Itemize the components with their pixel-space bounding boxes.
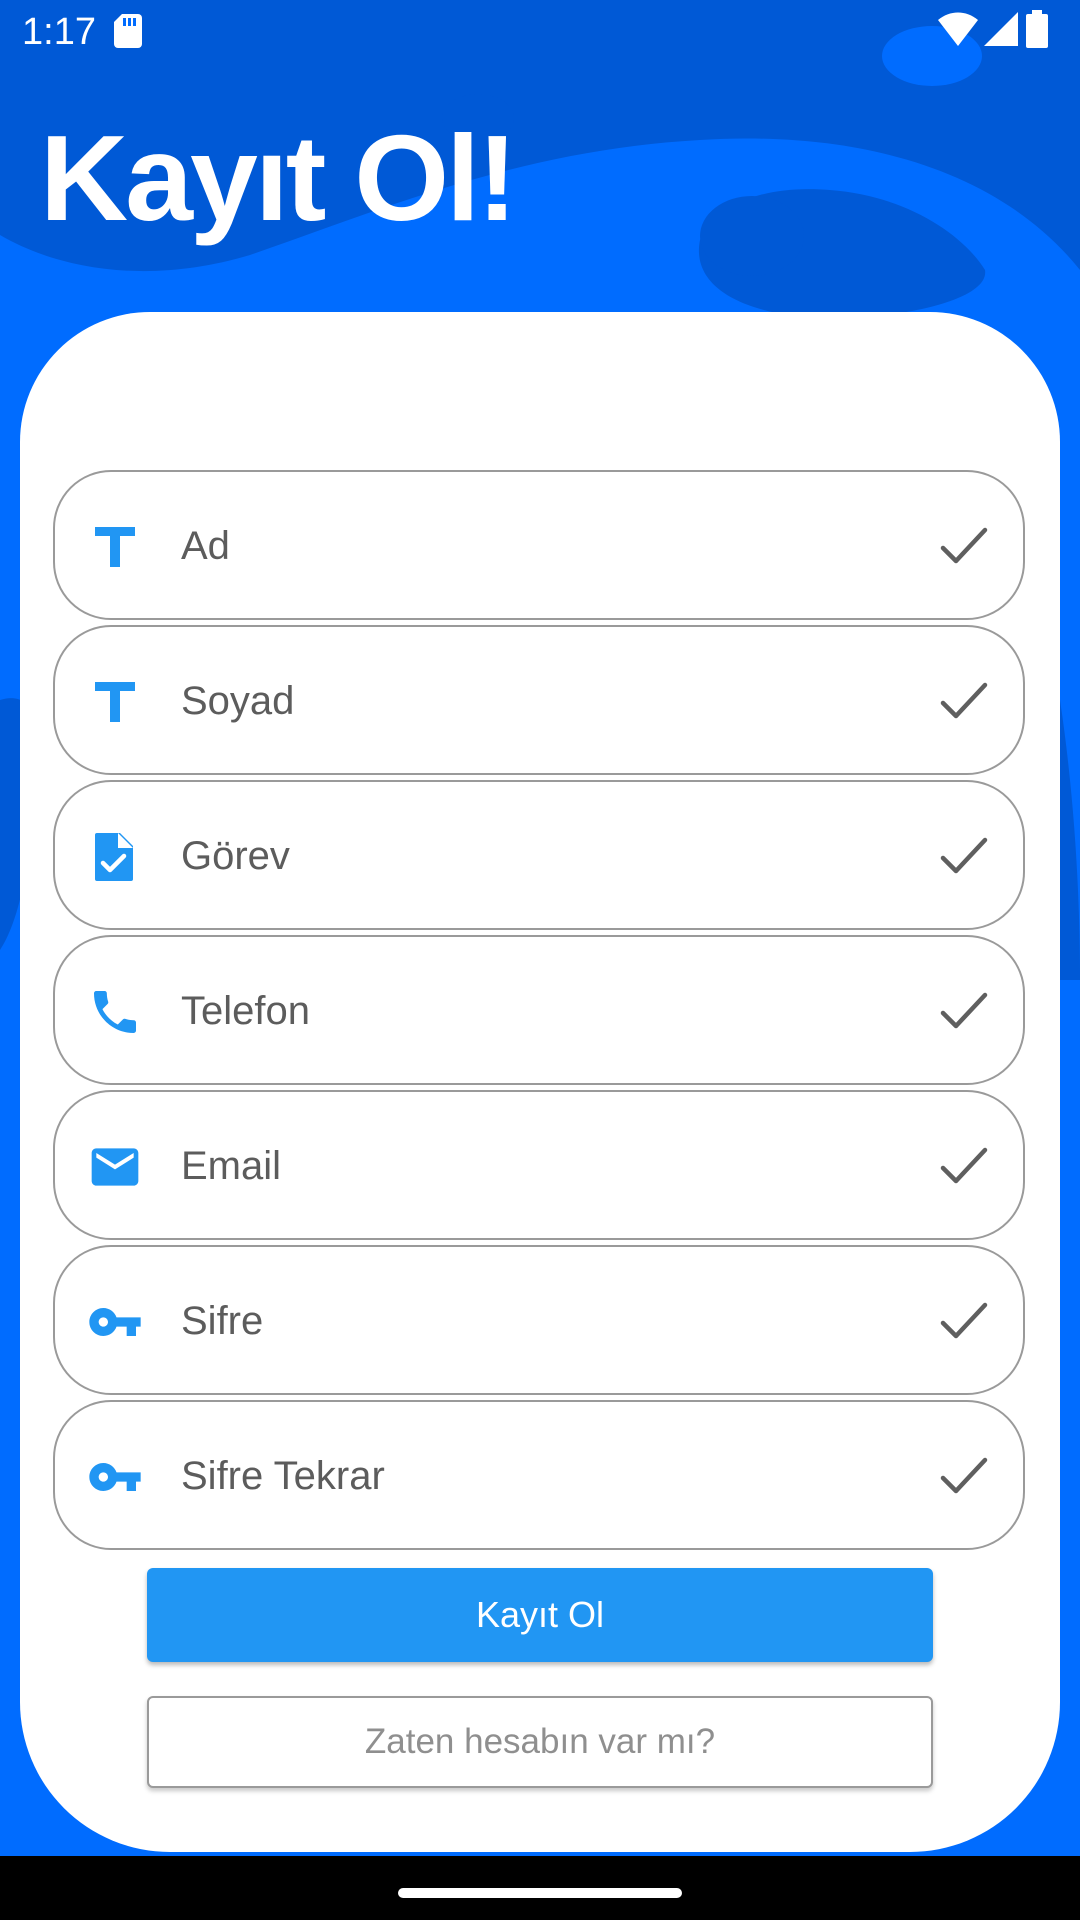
email-field[interactable]: Email [53,1090,1025,1240]
status-bar: 1:17 [0,0,1080,64]
last-name-label: Soyad [181,679,295,723]
wifi-icon [938,12,978,46]
page-title: Kayıt Ol! [40,110,518,246]
phone-label: Telefon [181,989,310,1033]
status-time: 1:17 [22,11,96,53]
password-field[interactable]: Sifre [53,1245,1025,1395]
password-confirm-field[interactable]: Sifre Tekrar [53,1400,1025,1550]
phone-icon [94,991,136,1033]
check-icon [940,992,988,1029]
password-confirm-label: Sifre Tekrar [181,1454,385,1498]
home-gesture-handle[interactable] [398,1888,682,1898]
navigation-bar [0,1856,1080,1920]
text-icon [95,527,135,567]
check-icon [940,1302,988,1339]
email-label: Email [181,1144,282,1188]
role-label: Görev [181,834,290,878]
task-document-icon [95,833,133,881]
email-icon [91,1148,139,1186]
key-icon [89,1463,141,1491]
check-icon [940,1147,988,1184]
first-name-field[interactable]: Ad [53,470,1025,620]
check-icon [940,837,988,874]
password-label: Sifre [181,1299,264,1343]
signup-screen: 1:17 Kayıt Ol! Ad Soyad Görev Telefon Em… [0,0,1080,1920]
check-icon [940,527,988,564]
battery-icon [1026,10,1048,48]
signal-icon [984,12,1018,46]
already-have-account-button[interactable]: Zaten hesabın var mı? [147,1696,933,1788]
last-name-field[interactable]: Soyad [53,625,1025,775]
sd-card-icon [114,14,142,48]
role-field[interactable]: Görev [53,780,1025,930]
key-icon [89,1308,141,1336]
first-name-label: Ad [181,524,230,568]
text-icon [95,682,135,722]
register-button[interactable]: Kayıt Ol [147,1568,933,1662]
check-icon [940,1457,988,1494]
phone-field[interactable]: Telefon [53,935,1025,1085]
check-icon [940,682,988,719]
